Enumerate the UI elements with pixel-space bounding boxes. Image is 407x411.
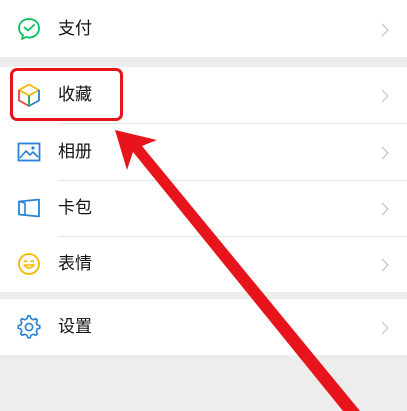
annotation-arrow-icon (115, 130, 360, 411)
